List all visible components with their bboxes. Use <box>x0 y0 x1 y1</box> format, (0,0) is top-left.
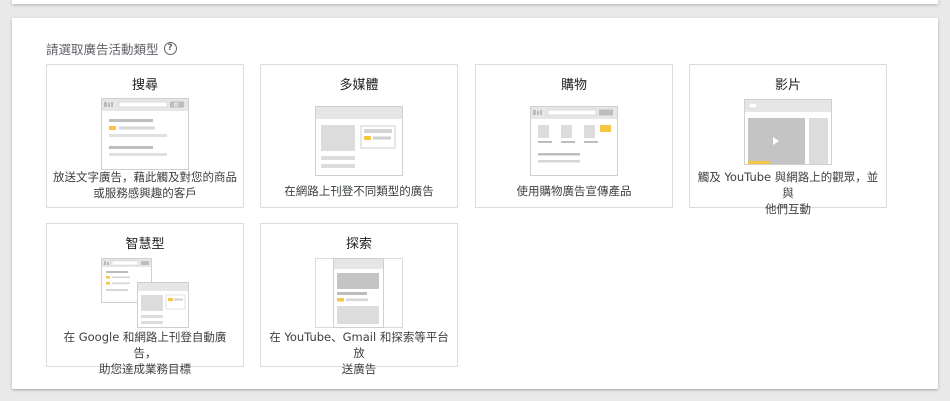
campaign-type-heading-text: 請選取廣告活動類型 <box>46 42 159 57</box>
search-ads-illustration-icon <box>101 98 189 170</box>
previous-section-edge <box>12 0 938 4</box>
card-description: 放送文字廣告，藉此觸及對您的商品 或服務感興趣的客戶 <box>53 170 237 200</box>
campaign-type-card-smart[interactable]: 智慧型 在 Google 和網路上刊登自動廣告， 助您達成業務目標 <box>46 223 244 376</box>
card-title: 影片 <box>774 78 801 93</box>
card-description: 在 Google 和網路上刊登自動廣告， 助您達成業務目標 <box>63 330 227 376</box>
card-title: 探索 <box>345 237 372 252</box>
card-title: 購物 <box>560 78 587 93</box>
card-title: 多媒體 <box>339 78 379 93</box>
help-circle-icon[interactable]: ? <box>163 42 177 55</box>
card-title: 搜尋 <box>131 78 158 93</box>
shopping-ads-illustration-icon <box>530 106 618 176</box>
campaign-type-heading: 請選取廣告活動類型 ? <box>46 39 177 58</box>
smart-ads-illustration-icon <box>101 258 189 328</box>
card-description: 使用購物廣告宣傳產品 <box>516 184 632 198</box>
display-ads-illustration-icon <box>315 106 403 176</box>
campaign-type-card-display[interactable]: 多媒體 在網路上刊登不同類型的廣告 <box>260 64 458 208</box>
campaign-type-card-video[interactable]: 影片 觸及 YouTube 與網路上的觀眾，並與 他們互動 <box>689 64 887 216</box>
campaign-type-card-shopping[interactable]: 購物 使用購物廣告宣傳產品 <box>475 64 673 208</box>
campaign-type-panel: 請選取廣告活動類型 ? 搜尋 放送文字廣告，藉此觸及對您的商品 或服務感興趣的客… <box>12 18 938 389</box>
campaign-type-card-search[interactable]: 搜尋 放送文字廣告，藉此觸及對您的商品 或服務感興趣的客戶 <box>46 64 244 208</box>
card-description: 在 YouTube、Gmail 和探索等平台放 送廣告 <box>269 330 449 376</box>
card-description: 觸及 YouTube 與網路上的觀眾，並與 他們互動 <box>697 170 879 216</box>
card-title: 智慧型 <box>125 237 165 252</box>
discovery-ads-illustration-icon <box>315 258 403 328</box>
campaign-type-card-discovery[interactable]: 探索 在 YouTube、Gmail 和探索等平台放 送廣告 <box>260 223 458 376</box>
card-description: 在網路上刊登不同類型的廣告 <box>284 184 434 198</box>
video-ads-illustration-icon <box>744 99 832 165</box>
